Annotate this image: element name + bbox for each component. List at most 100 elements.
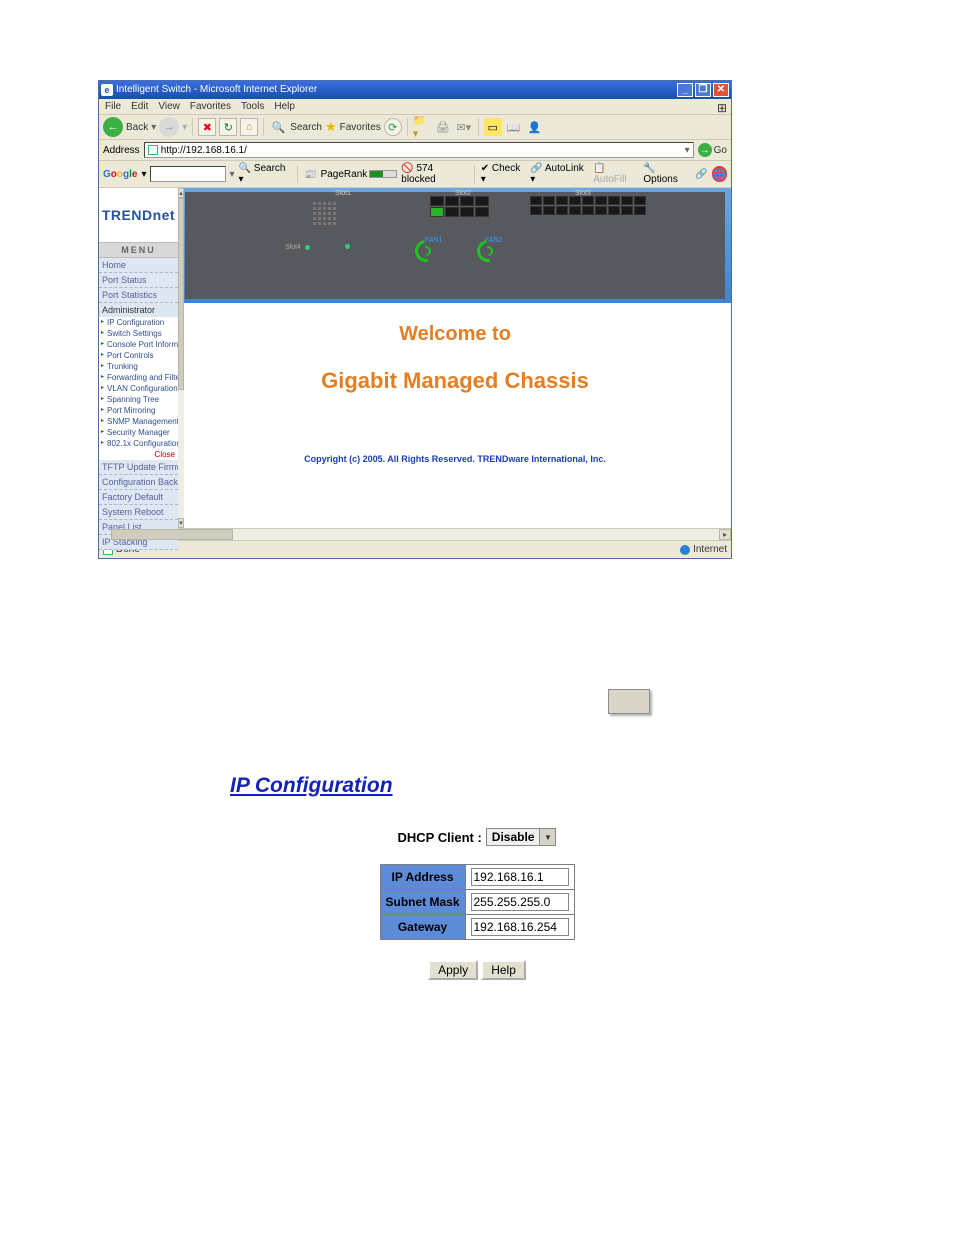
address-bar: Address http://192.168.16.1/ ▾ →Go [99,140,731,161]
fan1-icon [411,236,442,267]
extra-button[interactable]: 🔗 [695,169,707,180]
device-panel-area: Slot1 Slot2 Slot3 [179,188,731,303]
sidebar-sub-trunking[interactable]: Trunking [99,361,178,372]
page-icon [148,145,158,155]
welcome-area: Welcome to Gigabit Managed Chassis Copyr… [179,303,731,528]
popup-blocked[interactable]: 🚫 574 blocked [401,163,467,185]
status-bar: Done Internet [99,540,731,558]
slot4-indicator: Slot4 [285,244,310,251]
unlabeled-grey-button[interactable] [608,689,650,714]
menu-favorites[interactable]: Favorites [190,101,231,112]
apply-button[interactable]: Apply [428,960,478,980]
sidebar-item-config-backup[interactable]: Configuration Backu [99,475,178,490]
media-button[interactable]: ⟳ [384,118,402,136]
forward-button[interactable]: → [159,117,179,137]
scroll-down-icon[interactable]: ▾ [178,518,184,528]
back-label[interactable]: Back [126,122,148,133]
autofill-button[interactable]: 📋 AutoFill [593,163,639,185]
google-search-input[interactable] [150,166,225,182]
autolink-button[interactable]: 🔗 AutoLink ▾ [530,163,589,185]
ip-settings-table: IP Address Subnet Mask Gateway [380,864,575,940]
gateway-input[interactable] [471,918,569,936]
security-zone[interactable]: Internet [680,544,727,555]
back-button[interactable]: ← [103,117,123,137]
refresh-button[interactable]: ↻ [219,118,237,136]
sidebar-item-tftp-update[interactable]: TFTP Update Firmwa [99,460,178,475]
chevron-down-icon[interactable]: ▼ [539,829,555,845]
sidebar-item-port-statistics[interactable]: Port Statistics [99,288,178,303]
favorites-label[interactable]: Favorites [340,122,381,133]
minimize-button[interactable]: _ [677,83,693,97]
go-button[interactable]: →Go [698,143,727,157]
sidebar-sub-vlan-configuration[interactable]: VLAN Configuration [99,383,178,394]
fan2-icon [473,236,504,267]
subnet-mask-label: Subnet Mask [380,890,465,915]
help-button[interactable]: Help [481,960,526,980]
address-input[interactable]: http://192.168.16.1/ ▾ [144,142,694,158]
sidebar-sub-forwarding-filtering[interactable]: Forwarding and Filtering [99,372,178,383]
sidebar-item-factory-default[interactable]: Factory Default [99,490,178,505]
table-row: Subnet Mask [380,890,574,915]
sidebar-sub-spanning-tree[interactable]: Spanning Tree [99,394,178,405]
sidebar-close[interactable]: Close [99,449,178,460]
menu-edit[interactable]: Edit [131,101,148,112]
research-button[interactable]: 📖 [505,118,523,136]
menu-view[interactable]: View [158,101,180,112]
dhcp-select-value: Disable [487,830,540,844]
google-earth-icon[interactable]: 🌐 [712,166,727,182]
table-row: Gateway [380,915,574,940]
ip-address-input[interactable] [471,868,569,886]
menu-file[interactable]: File [105,101,121,112]
scroll-up-icon[interactable]: ▴ [178,188,184,198]
sidebar-item-home[interactable]: Home [99,258,178,273]
google-news-icon[interactable]: 📰 [304,169,316,180]
pagerank-widget[interactable]: PageRank [321,169,398,180]
hscroll-thumb[interactable] [111,529,233,540]
sidebar-sub-snmp-management[interactable]: SNMP Management [99,416,178,427]
sidebar-item-system-reboot[interactable]: System Reboot [99,505,178,520]
scroll-thumb[interactable] [178,198,184,390]
page-content: TRENDnet MENU Home Port Status Port Stat… [99,188,731,528]
sidebar-sub-port-controls[interactable]: Port Controls [99,350,178,361]
subnet-mask-input[interactable] [471,893,569,911]
messenger-button[interactable]: 👤 [526,118,544,136]
history-button[interactable]: 📁▾ [413,118,431,136]
sidebar-scrollbar[interactable]: ▴ ▾ [178,188,184,528]
dhcp-select[interactable]: Disable ▼ [486,828,557,846]
maximize-button[interactable]: ❐ [695,83,711,97]
sidebar-sub-switch-settings[interactable]: Switch Settings [99,328,178,339]
sidebar-item-port-status[interactable]: Port Status [99,273,178,288]
sidebar-item-administrator[interactable]: Administrator [99,303,178,317]
welcome-line1: Welcome to [179,303,731,346]
google-search-button[interactable]: 🔍 Search ▾ [239,163,292,185]
options-button[interactable]: 🔧 Options [643,163,691,185]
dhcp-label: DHCP Client : [398,830,482,845]
home-button[interactable]: ⌂ [240,118,258,136]
sidebar-sub-console-port-info[interactable]: Console Port Information [99,339,178,350]
sidebar-sub-port-mirroring[interactable]: Port Mirroring [99,405,178,416]
sidebar-sub-ip-configuration[interactable]: IP Configuration [99,317,178,328]
search-label[interactable]: Search [290,122,322,133]
window-titlebar[interactable]: e Intelligent Switch - Microsoft Interne… [99,81,731,99]
menu-help[interactable]: Help [274,101,295,112]
close-button[interactable]: ✕ [713,83,729,97]
menu-tools[interactable]: Tools [241,101,264,112]
check-button[interactable]: ✔ Check ▾ [481,163,527,185]
stop-button[interactable]: ✖ [198,118,216,136]
gateway-label: Gateway [380,915,465,940]
search-icon: 🔍 [269,118,287,136]
google-toolbar: Google▾ ▾ 🔍 Search ▾ 📰 PageRank 🚫 574 bl… [99,161,731,188]
print-button[interactable]: 🖨 [434,118,452,136]
switch-device-graphic: Slot1 Slot2 Slot3 [185,192,725,299]
sidebar-sub-8021x-configuration[interactable]: 802.1x Configuration [99,438,178,449]
sidebar-sub-security-manager[interactable]: Security Manager [99,427,178,438]
slot3-ports [530,196,646,215]
horizontal-scrollbar[interactable]: ◂ ▸ [99,528,731,540]
mail-button[interactable]: ✉▾ [455,118,473,136]
fan-indicators [415,240,499,262]
sidebar: TRENDnet MENU Home Port Status Port Stat… [99,188,179,528]
slot1-label: Slot1 [335,190,351,197]
hscroll-right-icon[interactable]: ▸ [719,529,731,540]
notes-button[interactable]: ▭ [484,118,502,136]
menubar: File Edit View Favorites Tools Help ⊞ [99,99,731,115]
